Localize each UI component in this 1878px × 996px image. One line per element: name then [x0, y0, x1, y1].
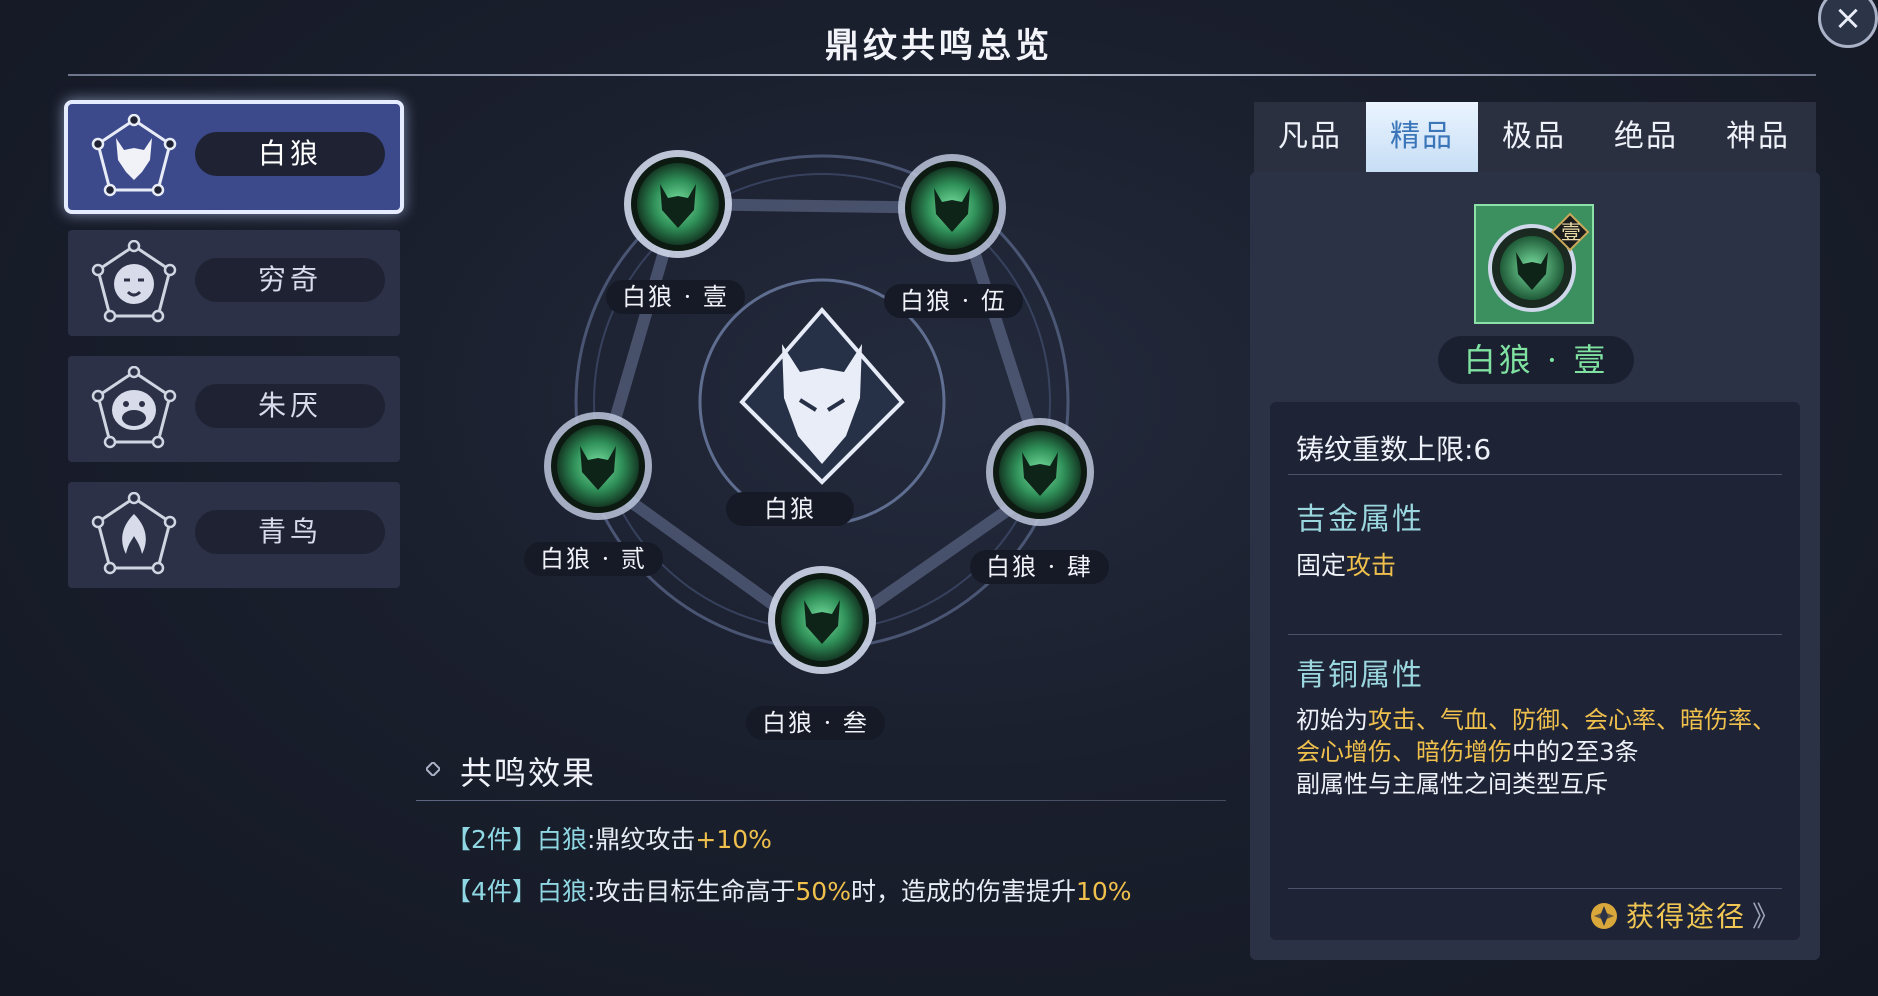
beast-item-qingniao[interactable]: 青鸟 [68, 482, 400, 588]
gold-attr-title: 吉金属性 [1296, 502, 1424, 537]
flame-bird-icon [91, 492, 177, 575]
effect-divider [416, 800, 1226, 801]
bronze-attr-desc: 初始为攻击、气血、防御、会心率、暗伤率、会心增伤、暗伤增伤中的2至3条 副属性与… [1296, 706, 1776, 798]
item-name: 白狼 · 壹 [1438, 336, 1634, 384]
divider [1288, 474, 1782, 475]
header-divider [68, 74, 1816, 76]
node-4-label: 白狼 · 肆 [970, 550, 1109, 584]
divider [1288, 888, 1782, 889]
node-5-icon[interactable] [896, 152, 1008, 264]
divider [1288, 634, 1782, 635]
beast-item-zhuyan[interactable]: 朱厌 [68, 356, 400, 462]
tab-fanpin[interactable]: 凡品 [1254, 102, 1366, 172]
quality-tabs: 凡品 精品 极品 绝品 神品 [1254, 102, 1816, 172]
ape-icon [91, 366, 177, 449]
tab-shenpin[interactable]: 神品 [1702, 102, 1814, 172]
tab-jipin[interactable]: 极品 [1478, 102, 1590, 172]
beast-name: 穷奇 [195, 258, 385, 302]
node-4-icon[interactable] [984, 416, 1096, 528]
item-badge: 壹 [1561, 220, 1581, 244]
node-3-icon[interactable] [766, 564, 878, 676]
page-title: 鼎纹共鸣总览 [825, 26, 1053, 66]
tab-juepin[interactable]: 绝品 [1590, 102, 1702, 172]
center-label: 白狼 [726, 492, 854, 526]
tab-jingpin[interactable]: 精品 [1366, 102, 1478, 172]
node-3-label: 白狼 · 叁 [746, 706, 885, 740]
tiger-icon [91, 240, 177, 323]
node-1-label: 白狼 · 壹 [606, 280, 745, 314]
beast-name: 白狼 [195, 132, 385, 176]
bronze-attr-title: 青铜属性 [1296, 658, 1424, 693]
beast-item-bailang[interactable]: 白狼 [68, 104, 400, 210]
wolf-icon [91, 114, 177, 197]
node-2-icon[interactable] [542, 410, 654, 522]
node-1-icon[interactable] [622, 148, 734, 260]
beast-item-qiongqi[interactable]: 穷奇 [68, 230, 400, 336]
effect-heading: 共鸣效果 [460, 754, 597, 792]
resonance-wheel: 白狼 · 壹 白狼 · 伍 白狼 · 贰 白狼 · 肆 白狼 · 叁 白狼 [500, 120, 1140, 740]
forge-limit: 铸纹重数上限:6 [1296, 433, 1492, 466]
node-2-label: 白狼 · 贰 [524, 542, 663, 576]
diamond-bullet-icon [426, 762, 440, 776]
gold-attr-desc: 固定攻击 [1296, 551, 1397, 580]
node-5-label: 白狼 · 伍 [884, 284, 1023, 318]
effect-row: 【4件】白狼:攻击目标生命高于50%时，造成的伤害提升10% [446, 877, 1132, 906]
item-slot[interactable]: 壹 [1474, 204, 1594, 324]
beast-name: 朱厌 [195, 384, 385, 428]
effect-row: 【2件】白狼:鼎纹攻击+10% [446, 825, 772, 854]
obtain-source-button[interactable]: 获得途径》 [1590, 895, 1790, 935]
beast-name: 青鸟 [195, 510, 385, 554]
item-info-box: 铸纹重数上限:6 吉金属性 固定攻击 青铜属性 初始为攻击、气血、防御、会心率、… [1270, 402, 1800, 940]
compass-icon [1591, 903, 1617, 929]
